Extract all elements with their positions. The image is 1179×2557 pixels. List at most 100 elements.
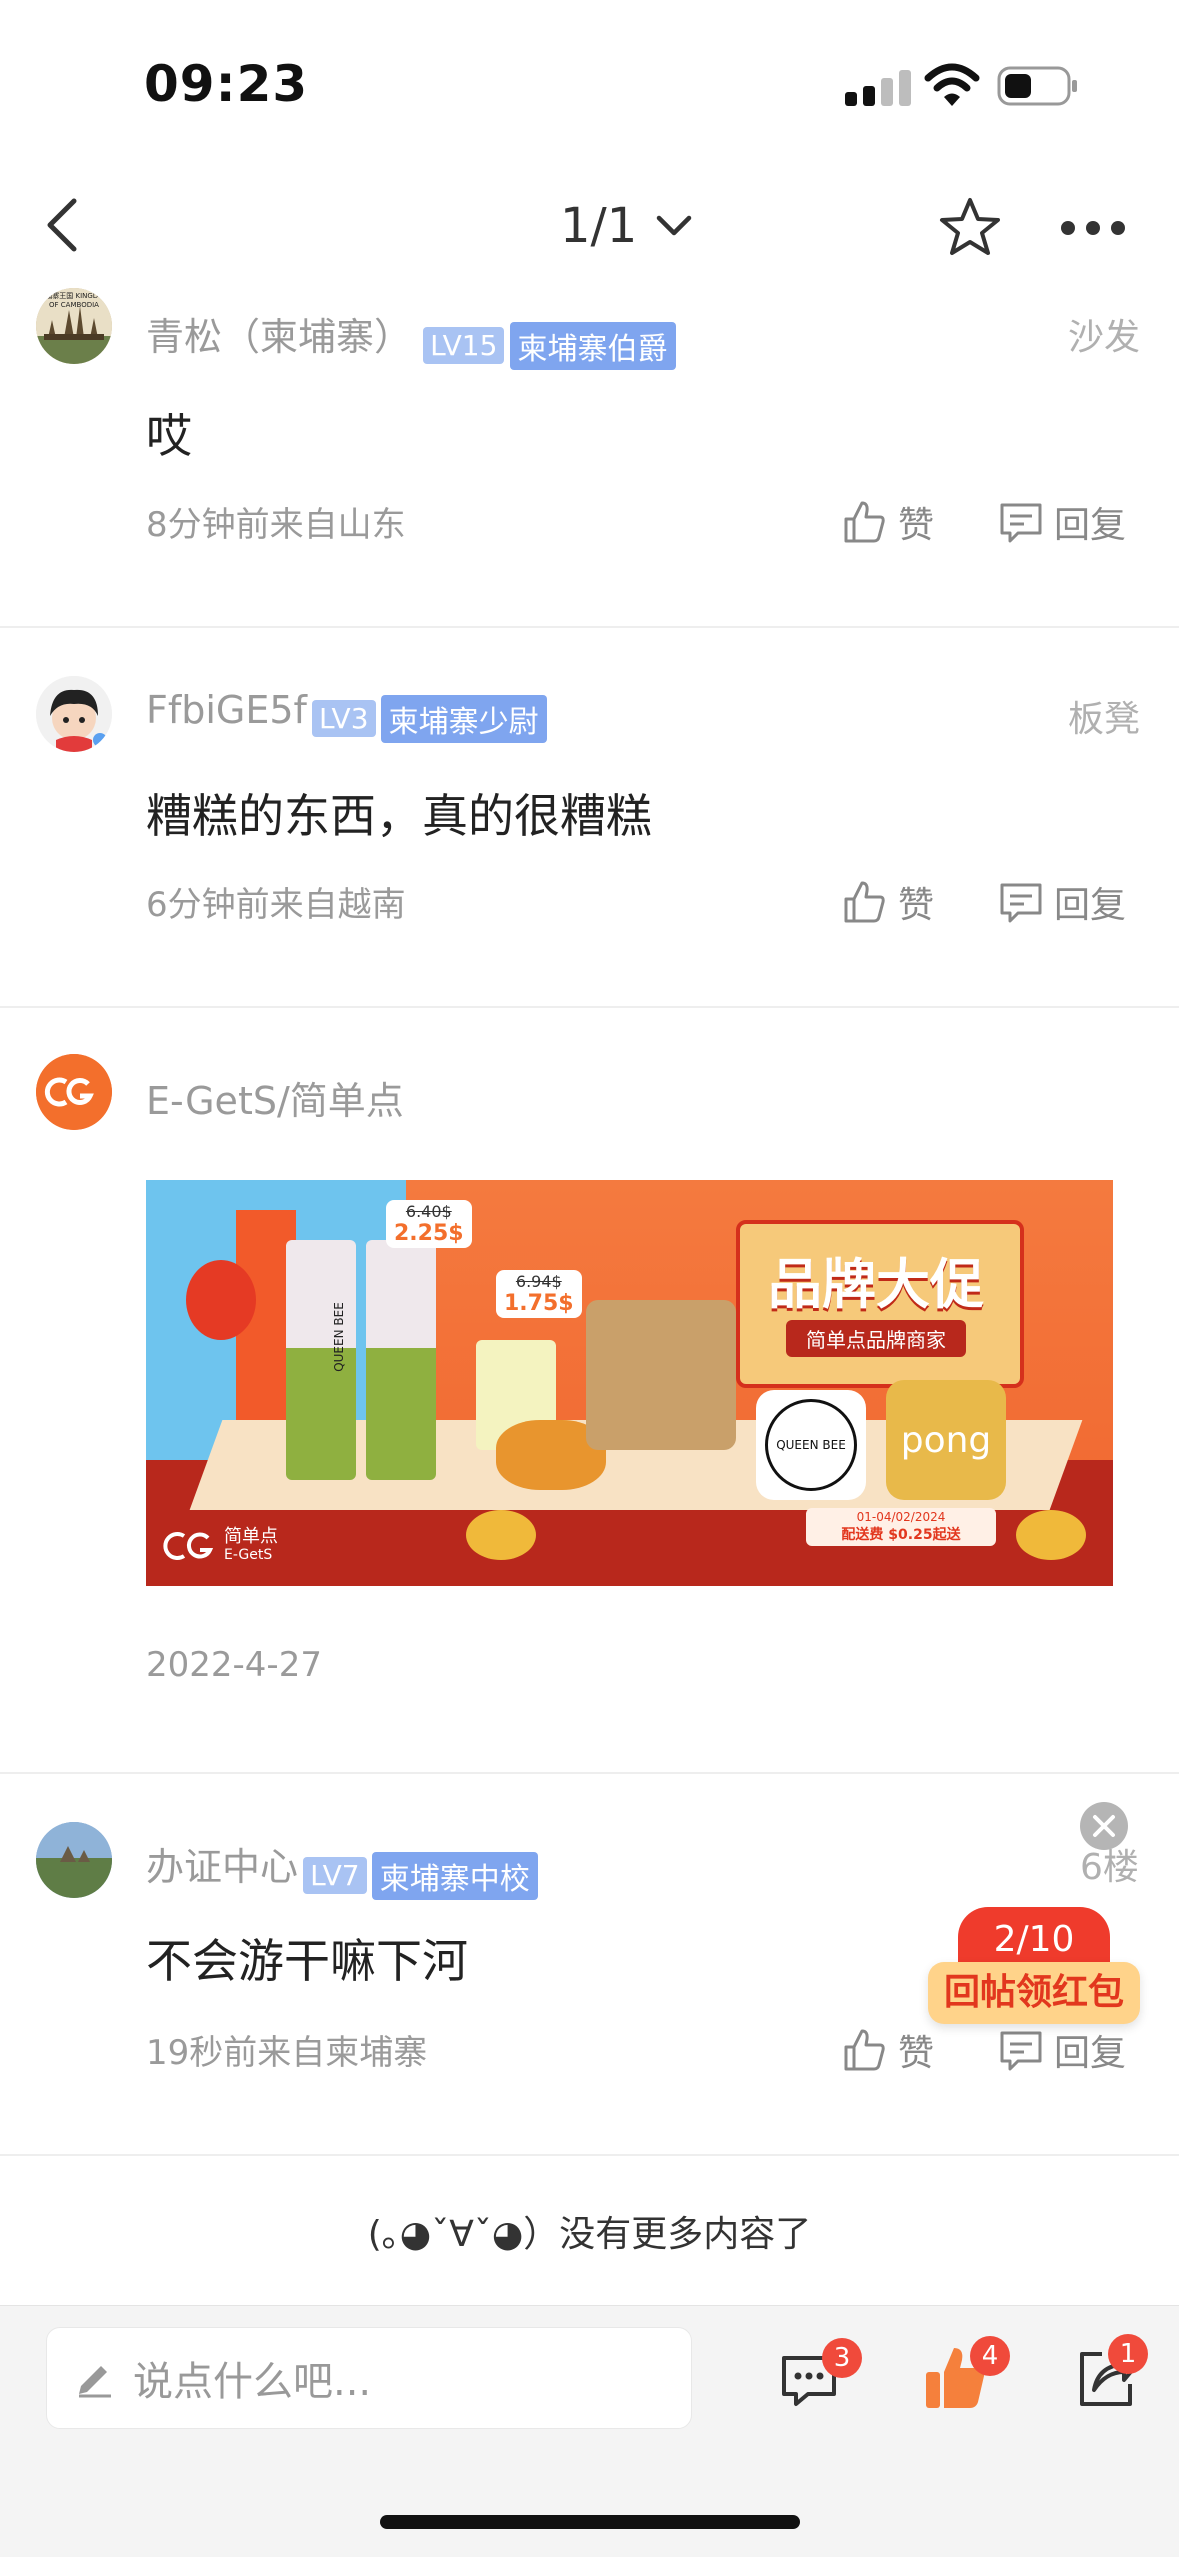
share-count-badge: 1 [1108,2334,1148,2374]
comment-count-badge: 3 [822,2338,862,2378]
promo-banner[interactable]: QUEEN BEE 6.40$ 2.25$ 6.94$ 1.75$ 品牌大促 简… [146,1180,1113,1586]
comment-content: 哎 [146,409,192,463]
reply-bubble-icon [1000,503,1042,543]
old-price: 6.94$ [515,1272,562,1291]
new-price: 2.25$ [394,1221,464,1246]
brand-name: QUEEN BEE [765,1399,857,1491]
banner-subheadline: 简单点品牌商家 [786,1320,966,1357]
avatar[interactable] [36,676,112,752]
brand-name: pong [900,1419,992,1461]
brand-card: pong [886,1380,1006,1500]
level-badge: LV7 [303,1857,367,1894]
battery-icon [997,66,1079,106]
thumbs-up-icon [844,2029,885,2071]
avatar[interactable] [36,1822,112,1898]
cartoon-avatar-image [36,676,112,752]
comment-input[interactable]: 说点什么吧... [46,2327,692,2429]
logo-cn: 简单点 [224,1526,278,1547]
like-label: 赞 [898,885,935,926]
like-post-button[interactable]: 4 [922,2336,1010,2420]
home-indicator[interactable] [380,2515,800,2529]
comments-button[interactable]: 3 [778,2338,862,2418]
divider [0,1772,1179,1774]
status-time: 09:23 [144,55,309,113]
egets-logo: 简单点 E-GetS [162,1528,278,1564]
reply-bubble-icon [1000,883,1042,923]
page-selector[interactable]: 1/1 [560,198,693,254]
new-price: 1.75$ [504,1291,574,1316]
username[interactable]: 青松（柬埔寨） [146,315,412,359]
reply-button[interactable]: 回复 [998,496,1126,548]
thumbs-up-icon [844,881,885,923]
avatar[interactable] [36,1054,112,1130]
reply-label: 回复 [1054,2033,1127,2074]
like-button[interactable]: 赞 [842,496,934,548]
comment-content: 不会游干嘛下河 [146,1934,468,1988]
wifi-icon [924,62,980,108]
username[interactable]: FfbiGE5f [146,688,307,732]
like-button[interactable]: 赞 [842,876,934,928]
level-badge: LV3 [312,700,376,737]
floor-label: 沙发 [1068,317,1141,358]
like-label: 赞 [898,505,935,546]
share-button[interactable]: 1 [1076,2334,1148,2416]
avatar[interactable]: 柬埔寨王国 KINGDOM OF CAMBODIA [36,288,112,364]
comment-input-placeholder: 说点什么吧... [133,2359,372,2405]
page-indicator: 1/1 [560,198,638,254]
username[interactable]: 办证中心 [146,1845,298,1889]
title-badge: 柬埔寨中校 [371,1851,538,1900]
level-badge: LV15 [423,327,505,364]
like-button[interactable]: 赞 [842,2024,934,2076]
drink-cup [366,1240,436,1480]
comment-meta: 6分钟前来自越南 [146,885,406,925]
no-more-content-text: (｡◕ˇ∀ˇ◕）没有更多内容了 [367,2214,812,2255]
avatar-caption: 柬埔寨王国 KINGDOM OF CAMBODIA [38,292,110,309]
more-options-icon[interactable] [1060,220,1126,236]
comment-header: 青松（柬埔寨） LV15 柬埔寨伯爵 [146,306,676,370]
logo-en: E-GetS [224,1547,273,1563]
divider [0,1006,1179,1008]
old-price: 6.40$ [405,1202,452,1221]
egets-logo-icon [163,1532,214,1560]
title-badge: 柬埔寨伯爵 [509,321,676,370]
comment-header: FfbiGE5f LV3 柬埔寨少尉 [146,688,547,743]
reply-label: 回复 [1054,885,1127,926]
cellular-signal-icon [845,70,915,106]
reply-button[interactable]: 回复 [998,876,1126,928]
lantern-icon [186,1260,256,1340]
reply-button[interactable]: 回复 [998,2024,1126,2076]
comment-header: 办证中心 LV7 柬埔寨中校 [146,1836,538,1900]
price-tag: 6.40$ 2.25$ [386,1200,472,1248]
landscape-avatar-image [36,1822,112,1898]
pencil-icon [79,2366,111,2398]
close-icon[interactable] [1080,1802,1128,1850]
post-date: 2022-4-27 [146,1645,322,1685]
reply-label: 回复 [1054,505,1127,546]
price-tag: 6.94$ 1.75$ [496,1270,582,1318]
red-packet-button[interactable]: 回帖领红包 [928,1962,1140,2024]
cup-brand-text: QUEEN BEE [331,1302,346,1372]
coin-icon [466,1510,536,1560]
divider [0,2154,1179,2156]
like-label: 赞 [898,2033,935,2074]
coin-icon [1016,1510,1086,1560]
divider [0,626,1179,628]
thumbs-up-icon [844,501,885,543]
favorite-star-icon[interactable] [937,195,1003,261]
back-arrow-icon[interactable] [40,195,90,255]
floor-label: 板凳 [1068,699,1141,740]
comment-meta: 19秒前来自柬埔寨 [146,2033,428,2073]
brand-card: QUEEN BEE [756,1390,866,1500]
promo-info: 01-04/02/2024 配送费 $0.25起送 [806,1508,996,1546]
pastry-image [586,1300,736,1450]
comment-content: 糟糕的东西，真的很糟糕 [146,789,652,843]
username[interactable]: E-GetS/简单点 [146,1070,404,1125]
chevron-down-icon [657,215,692,236]
comment-meta: 8分钟前来自山东 [146,505,406,545]
egets-logo-icon [36,1054,112,1130]
promo-date: 01-04/02/2024 [856,1510,946,1524]
promo-fee: 配送费 $0.25起送 [841,1527,961,1543]
reply-bubble-icon [1000,2031,1042,2071]
banner-headline: 品牌大促 [768,1253,984,1316]
title-badge: 柬埔寨少尉 [380,694,547,743]
